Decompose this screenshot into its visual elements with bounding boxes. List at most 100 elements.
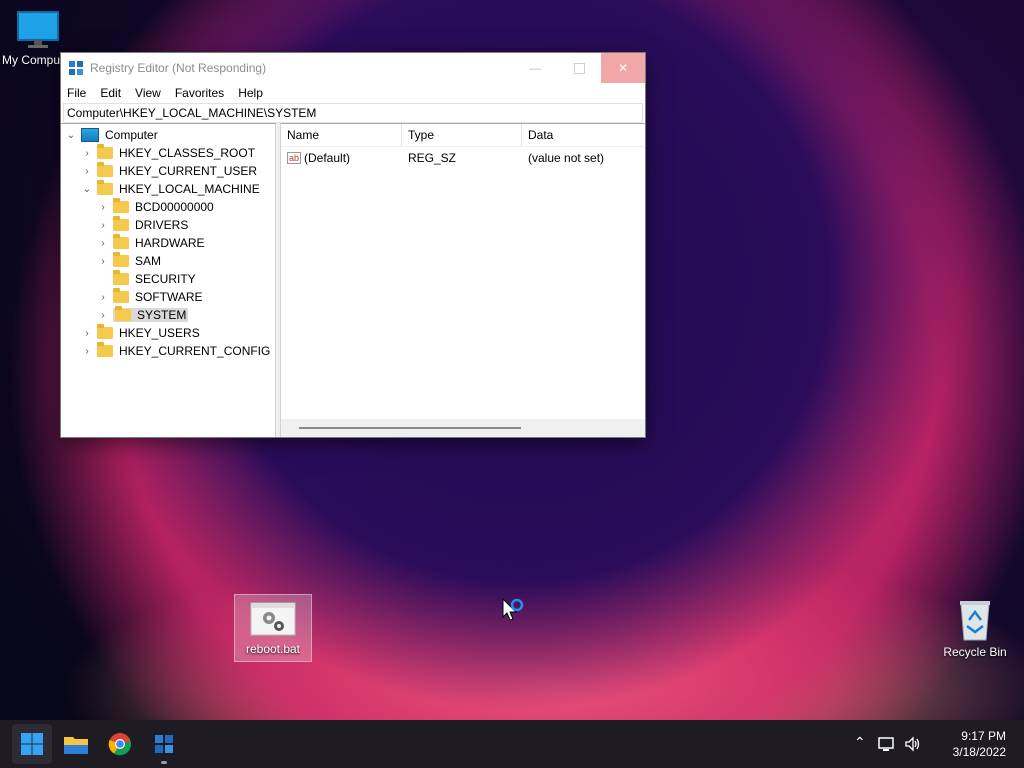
tree-node-label: SYSTEM (137, 308, 187, 322)
chevron-up-icon[interactable]: ⌃ (854, 734, 866, 751)
maximize-icon (573, 62, 585, 74)
taskbar-registry-editor[interactable] (144, 720, 184, 768)
chevron-right-icon[interactable]: › (97, 219, 109, 231)
title-bar[interactable]: Registry Editor (Not Responding) — ✕ (61, 53, 645, 83)
menu-favorites[interactable]: Favorites (175, 86, 224, 100)
tree-node-sam[interactable]: › SAM (97, 252, 161, 270)
values-list-pane[interactable]: Name Type Data ab (Default) REG_SZ (valu… (281, 123, 645, 437)
menu-help[interactable]: Help (238, 86, 263, 100)
tree-node-label: SAM (135, 254, 162, 268)
tree-node-label: SOFTWARE (135, 290, 203, 304)
desktop-icon-reboot-bat[interactable]: reboot.bat (234, 594, 312, 662)
chevron-right-icon[interactable]: › (81, 165, 93, 177)
regedit-app-icon (69, 61, 83, 75)
volume-icon[interactable] (904, 736, 922, 752)
maximize-button[interactable] (557, 53, 601, 83)
clock[interactable]: 9:17 PM 3/18/2022 (953, 728, 1006, 760)
chevron-right-icon[interactable]: › (97, 237, 109, 249)
batch-file-icon (250, 602, 296, 636)
value-name-cell: ab (Default) (281, 151, 402, 165)
tree-node-system[interactable]: › SYSTEM (97, 306, 189, 324)
network-icon[interactable] (878, 736, 896, 752)
close-icon: ✕ (617, 61, 629, 75)
tree-node-hardware[interactable]: › HARDWARE (97, 234, 205, 252)
column-header-row: Name Type Data (281, 124, 645, 147)
desktop-icon-label: Recycle Bin (943, 645, 1007, 659)
regedit-icon (155, 735, 173, 753)
folder-icon (97, 180, 113, 195)
value-data: (value not set) (528, 151, 605, 165)
address-bar[interactable]: Computer\HKEY_LOCAL_MACHINE\SYSTEM (63, 103, 643, 123)
chevron-right-icon[interactable]: › (97, 309, 109, 321)
minimize-icon: — (529, 61, 541, 75)
column-header-name[interactable]: Name (281, 124, 402, 146)
monitor-icon (17, 11, 59, 48)
tree-node-label: HKEY_LOCAL_MACHINE (119, 182, 260, 196)
start-button[interactable] (12, 724, 52, 764)
folder-icon (113, 252, 129, 267)
tree-node-label: HKEY_CURRENT_CONFIG (119, 344, 271, 358)
folder-icon (113, 216, 129, 231)
taskbar-file-explorer[interactable] (56, 720, 96, 768)
folder-icon (97, 324, 113, 339)
chevron-right-icon[interactable]: › (81, 345, 93, 357)
tree-node-label: DRIVERS (135, 218, 189, 232)
tree-node-hkey-local-machine[interactable]: ⌄ HKEY_LOCAL_MACHINE (81, 180, 260, 198)
chevron-right-icon[interactable]: › (81, 327, 93, 339)
close-button[interactable]: ✕ (601, 53, 645, 83)
minimize-button[interactable]: — (513, 53, 557, 83)
chrome-icon (108, 733, 132, 756)
horizontal-scrollbar[interactable] (281, 419, 645, 437)
tree-node-hkey-users[interactable]: › HKEY_USERS (81, 324, 200, 342)
chevron-down-icon[interactable]: ⌄ (65, 129, 77, 141)
tree-node-label: Computer (105, 128, 158, 142)
desktop-icon-recycle-bin[interactable]: Recycle Bin (938, 598, 1012, 659)
menu-edit[interactable]: Edit (100, 86, 121, 100)
folder-icon (97, 144, 113, 159)
column-header-type[interactable]: Type (402, 124, 522, 146)
tree-node-computer[interactable]: ⌄ Computer (65, 126, 158, 144)
tree-node-label: SECURITY (135, 272, 196, 286)
taskbar-chrome[interactable] (100, 720, 140, 768)
folder-icon (97, 342, 113, 357)
busy-cursor-icon (502, 597, 524, 621)
value-type: REG_SZ (408, 151, 457, 165)
folder-icon (113, 270, 129, 285)
tree-node-label: HKEY_CURRENT_USER (119, 164, 258, 178)
tree-node-hkey-current-config[interactable]: › HKEY_CURRENT_CONFIG (81, 342, 270, 360)
computer-icon (81, 128, 99, 142)
chevron-right-icon[interactable]: › (97, 201, 109, 213)
tree-node-hkey-classes-root[interactable]: › HKEY_CLASSES_ROOT (81, 144, 255, 162)
column-header-data[interactable]: Data (522, 124, 642, 146)
system-tray: ⌃ 9:17 PM 3/18/2022 (854, 720, 1024, 768)
key-tree-pane[interactable]: ⌄ Computer › HKEY_CLASSES_ROOT › HKEY_CU… (61, 123, 276, 437)
tree-node-label: HKEY_CLASSES_ROOT (119, 146, 256, 160)
desktop-icon-label: reboot.bat (245, 642, 301, 656)
tree-node-drivers[interactable]: › DRIVERS (97, 216, 188, 234)
tree-node-label: BCD00000000 (135, 200, 214, 214)
menu-file[interactable]: File (67, 86, 86, 100)
menu-bar: File Edit View Favorites Help (61, 83, 645, 103)
chevron-right-icon[interactable]: › (97, 291, 109, 303)
registry-editor-window[interactable]: Registry Editor (Not Responding) — ✕ Fil… (60, 52, 646, 438)
value-name: (Default) (304, 151, 351, 165)
folder-icon (115, 306, 131, 321)
chevron-down-icon[interactable]: ⌄ (81, 183, 93, 195)
menu-view[interactable]: View (135, 86, 161, 100)
tree-node-hkey-current-user[interactable]: › HKEY_CURRENT_USER (81, 162, 257, 180)
chevron-right-icon[interactable]: › (97, 255, 109, 267)
window-title: Registry Editor (Not Responding) (90, 61, 267, 75)
folder-icon (64, 737, 88, 754)
scrollbar-thumb[interactable] (299, 427, 521, 429)
address-text: Computer\HKEY_LOCAL_MACHINE\SYSTEM (67, 106, 317, 120)
selected-node: SYSTEM (113, 306, 189, 322)
tree-node-bcd[interactable]: › BCD00000000 (97, 198, 214, 216)
clock-date: 3/18/2022 (952, 745, 1006, 759)
folder-icon (97, 162, 113, 177)
windows-logo-icon (21, 733, 43, 755)
tree-node-security[interactable]: SECURITY (97, 270, 196, 288)
value-row[interactable]: ab (Default) REG_SZ (value not set) (281, 147, 645, 169)
recycle-bin-icon (960, 601, 990, 641)
chevron-right-icon[interactable]: › (81, 147, 93, 159)
tree-node-software[interactable]: › SOFTWARE (97, 288, 203, 306)
